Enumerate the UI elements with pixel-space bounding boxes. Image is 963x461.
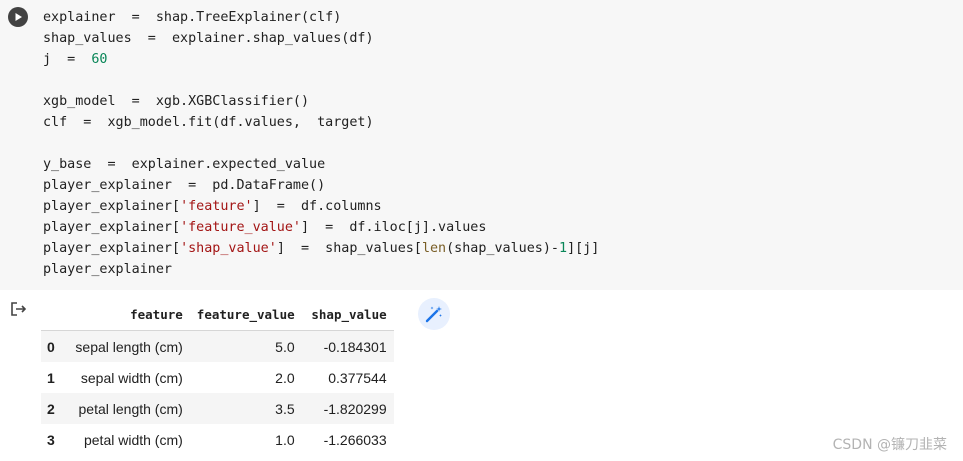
code-editor[interactable]: explainer = shap.TreeExplainer(clf) shap_… (43, 7, 599, 280)
row-index: 3 (47, 431, 55, 448)
dataframe-output: feature feature_value shap_value 0 sepal… (41, 298, 394, 455)
magic-wand-icon (425, 306, 442, 323)
code-line: player_explainer['shap_value'] = shap_va… (43, 238, 599, 259)
code-token: explainer = shap.TreeExplainer(clf) (43, 10, 342, 25)
code-token: player_explainer = pd.DataFrame() (43, 178, 326, 193)
play-icon (15, 13, 22, 21)
feature-cell: sepal length (cm) (75, 338, 183, 355)
code-token: player_explainer[ (43, 199, 181, 214)
shap-value-header: shap_value (301, 298, 394, 331)
code-token: 'feature_value' (180, 220, 301, 235)
code-line: player_explainer['feature'] = df.columns (43, 196, 599, 217)
code-line: j = 60 (43, 49, 599, 70)
row-index: 1 (47, 369, 55, 386)
code-token: ] = shap_values[ (276, 241, 422, 256)
code-token: 'feature' (180, 199, 253, 214)
table-header-row: feature feature_value shap_value (41, 298, 394, 331)
code-token: player_explainer (43, 262, 172, 277)
feature-value-cell: 5.0 (275, 338, 295, 355)
code-token: 1 (559, 241, 568, 256)
output-arrow-icon (11, 302, 27, 316)
code-token: player_explainer[ (43, 220, 181, 235)
suggest-chart-button[interactable] (418, 298, 450, 330)
feature-header: feature (58, 298, 190, 331)
code-line: explainer = shap.TreeExplainer(clf) (43, 7, 599, 28)
table-row: 3 petal width (cm) 1.0 -1.266033 (41, 424, 394, 455)
code-line: player_explainer['feature_value'] = df.i… (43, 217, 599, 238)
code-token: clf = xgb_model.fit(df.values, target) (43, 115, 374, 130)
code-token: shap_values = explainer.shap_values(df) (43, 31, 374, 46)
row-index: 2 (47, 400, 55, 417)
code-token: xgb_model = xgb.XGBClassifier() (43, 94, 310, 109)
feature-cell: petal width (cm) (83, 431, 183, 448)
code-token: y_base = explainer.expected_value (43, 157, 326, 172)
code-line: shap_values = explainer.shap_values(df) (43, 28, 599, 49)
shap-value-cell: -0.184301 (323, 338, 387, 355)
code-token: ][j] (567, 241, 600, 256)
code-token: 'shap_value' (180, 241, 277, 256)
shap-value-cell: 0.377544 (328, 369, 387, 386)
code-token: 60 (91, 52, 108, 67)
code-token: j = (43, 52, 92, 67)
row-index: 0 (47, 338, 55, 355)
code-cell[interactable]: explainer = shap.TreeExplainer(clf) shap_… (0, 0, 963, 290)
code-line: xgb_model = xgb.XGBClassifier() (43, 91, 599, 112)
code-token: ] = df.columns (252, 199, 382, 214)
feature-cell: sepal width (cm) (80, 369, 183, 386)
code-token: player_explainer[ (43, 241, 181, 256)
index-header (41, 298, 59, 331)
feature-value-cell: 3.5 (275, 400, 295, 417)
feature-value-cell: 1.0 (275, 431, 295, 448)
shap-value-cell: -1.820299 (323, 400, 387, 417)
code-line: player_explainer = pd.DataFrame() (43, 175, 599, 196)
table-row: 1 sepal width (cm) 2.0 0.377544 (41, 362, 394, 393)
code-line: clf = xgb_model.fit(df.values, target) (43, 112, 599, 133)
feature-value-cell: 2.0 (275, 369, 295, 386)
run-cell-button[interactable] (8, 7, 28, 27)
table-row: 0 sepal length (cm) 5.0 -0.184301 (41, 330, 394, 362)
code-line: player_explainer (43, 259, 599, 280)
watermark: CSDN @镰刀韭菜 (832, 437, 947, 453)
feature-value-header: feature_value (189, 298, 302, 331)
table-row: 2 petal length (cm) 3.5 -1.820299 (41, 393, 394, 424)
code-token: ] = df.iloc[j].values (301, 220, 487, 235)
code-token: (shap_values)- (446, 241, 559, 256)
shap-value-cell: -1.266033 (323, 431, 387, 448)
code-token: len (421, 241, 447, 256)
code-line: y_base = explainer.expected_value (43, 154, 599, 175)
feature-cell: petal length (cm) (78, 400, 183, 417)
